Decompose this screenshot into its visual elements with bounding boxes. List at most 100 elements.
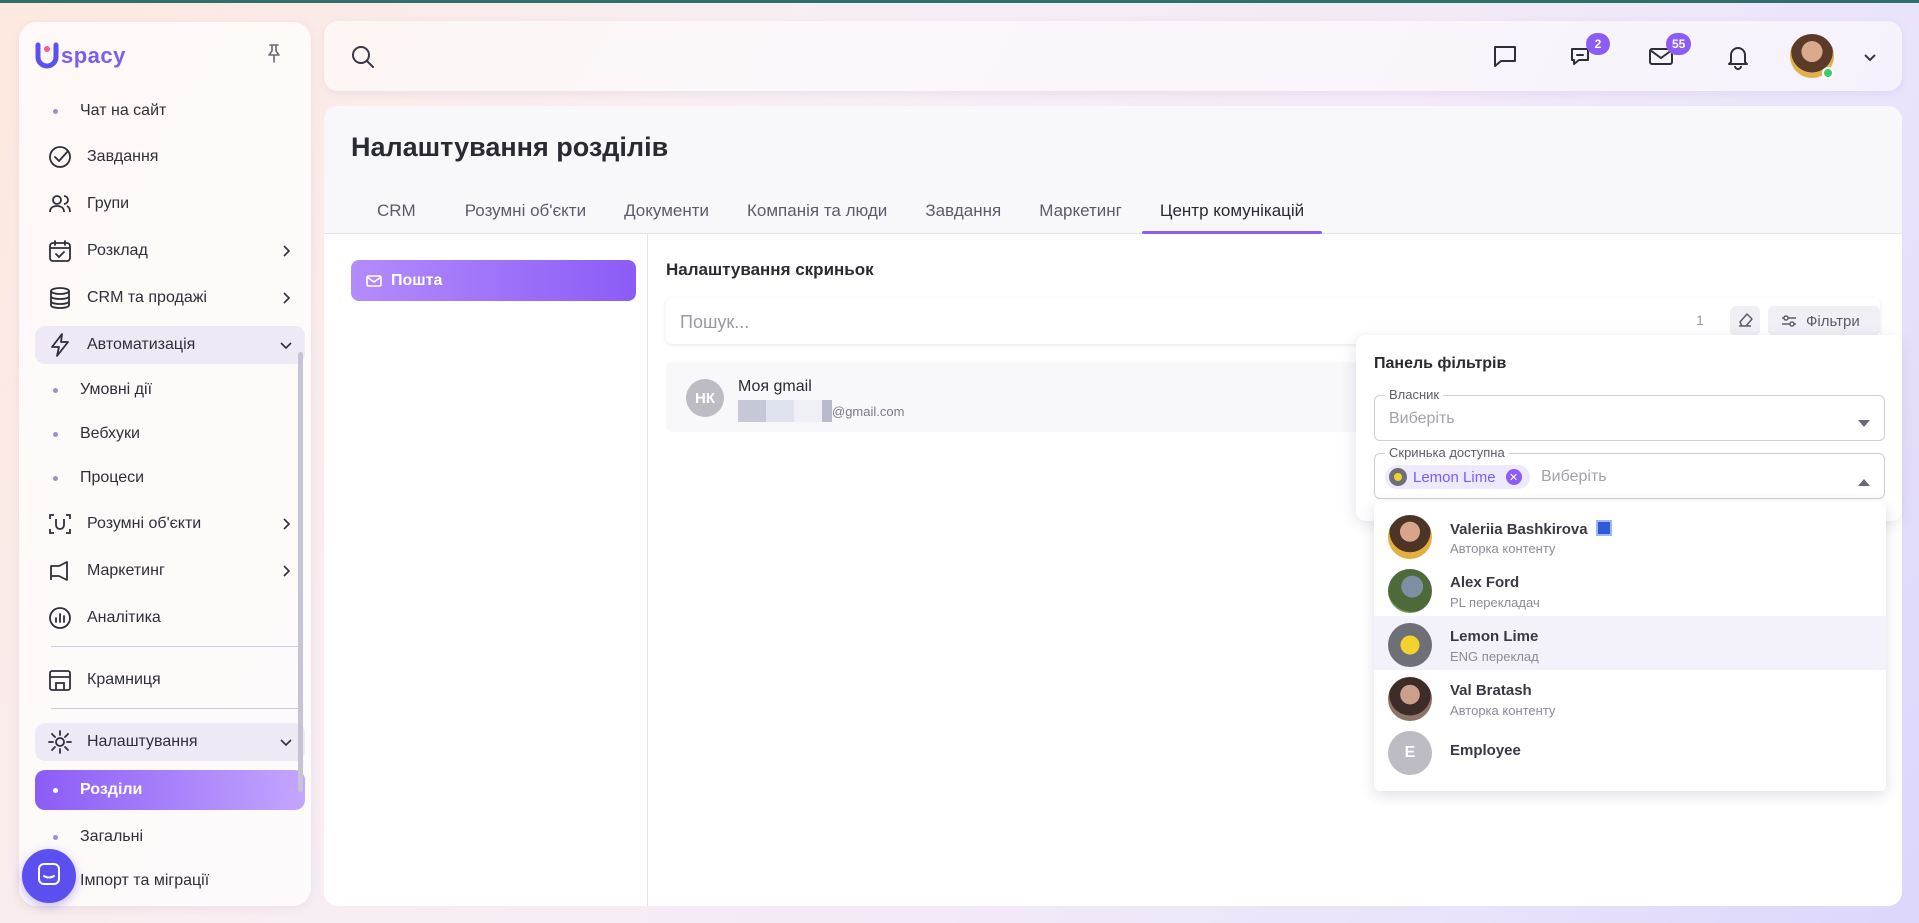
- sidebar-item-label: Крамниця: [87, 671, 161, 688]
- tab-crm[interactable]: CRM: [348, 194, 445, 234]
- owner-select[interactable]: Власник Виберіть: [1374, 387, 1885, 441]
- dropdown-option[interactable]: Val Bratash Авторка контенту: [1374, 670, 1886, 724]
- sidebar-item-label: Вебхуки: [80, 425, 140, 442]
- filter-panel-title: Панель фільтрів: [1374, 355, 1507, 372]
- logo-text: spacy: [61, 43, 126, 68]
- tab-smart-objects[interactable]: Розумні об'єкти: [447, 194, 604, 234]
- sidebar-item-conditional-actions[interactable]: Умовні дії: [35, 373, 305, 407]
- avatar: E: [1388, 731, 1432, 775]
- sidebar-item-label: Автоматизація: [87, 336, 196, 353]
- sidebar-item-webhooks[interactable]: Вебхуки: [35, 417, 305, 451]
- tab-documents[interactable]: Документи: [606, 194, 727, 234]
- section-title: Налаштування скриньок: [666, 260, 874, 279]
- bell-icon[interactable]: [1723, 41, 1753, 71]
- menu-item-mail[interactable]: Пошта: [351, 260, 636, 301]
- dropdown-option[interactable]: Alex Ford PL перекладач: [1374, 562, 1886, 616]
- chevron-right-icon: [279, 517, 293, 531]
- chip-avatar: [1389, 468, 1407, 486]
- logo[interactable]: spacy: [35, 42, 126, 70]
- redacted-block: [822, 400, 832, 422]
- sidebar-item-label: Процеси: [80, 469, 145, 486]
- dropdown-option[interactable]: Lemon Lime ENG переклад: [1374, 616, 1886, 670]
- bullet-icon: [53, 475, 58, 481]
- sidebar-item-settings[interactable]: Налаштування: [35, 723, 305, 761]
- tab-company-people[interactable]: Компанія та люди: [729, 194, 905, 234]
- sidebar-item-schedule[interactable]: Розклад: [35, 232, 305, 270]
- window-top-line: [0, 0, 1919, 3]
- chats-icon: [1568, 48, 1598, 75]
- sidebar-item-automation[interactable]: Автоматизація: [35, 326, 305, 364]
- sidebar-item-label: Умовні дії: [80, 381, 153, 398]
- chip-label: Lemon Lime: [1413, 468, 1496, 486]
- option-name: Employee: [1450, 742, 1521, 759]
- redacted-block: [794, 400, 822, 422]
- pin-icon[interactable]: [263, 42, 285, 64]
- envelope-icon: [365, 272, 383, 290]
- user-dropdown: Valeriia Bashkirova Авторка контенту Ale…: [1374, 501, 1886, 791]
- chat-bubble-icon: [36, 861, 62, 892]
- bullet-icon: [53, 387, 58, 393]
- option-role: ENG переклад: [1450, 649, 1539, 664]
- sidebar-scrollbar[interactable]: [298, 352, 303, 792]
- topbar: 2 55: [324, 21, 1902, 91]
- page-title: Налаштування розділів: [351, 132, 669, 162]
- dropdown-option[interactable]: Valeriia Bashkirova Авторка контенту: [1374, 508, 1886, 562]
- sidebar-item-processes[interactable]: Процеси: [35, 461, 305, 495]
- sidebar-item-analytics[interactable]: Аналітика: [35, 599, 305, 637]
- mail-badge: 55: [1666, 33, 1692, 55]
- search-input[interactable]: Пошук...: [680, 312, 749, 333]
- page-header: Налаштування розділів CRM Розумні об'єкт…: [324, 106, 1902, 234]
- filters-button[interactable]: Фільтри: [1768, 306, 1880, 336]
- sidebar-item-groups[interactable]: Групи: [35, 185, 305, 223]
- bullet-icon: [53, 108, 58, 114]
- sidebar-item-smart-objects[interactable]: Розумні об'єкти: [35, 505, 305, 543]
- option-role: Авторка контенту: [1450, 541, 1556, 556]
- message-icon[interactable]: [1490, 41, 1520, 71]
- access-select[interactable]: Скринька доступна Lemon Lime ✕ Виберіть: [1374, 445, 1885, 499]
- dropdown-option[interactable]: E Employee: [1374, 724, 1886, 778]
- sidebar: spacy Чат на сайт Завдання Групи Розклад: [19, 22, 311, 906]
- sidebar-item-marketing[interactable]: Маркетинг: [35, 552, 305, 590]
- tab-marketing[interactable]: Маркетинг: [1021, 194, 1140, 234]
- users-icon: [47, 191, 73, 217]
- sidebar-item-label: Групи: [87, 195, 130, 212]
- sidebar-item-label: Маркетинг: [87, 562, 165, 579]
- sidebar-nav: Чат на сайт Завдання Групи Розклад CRM т…: [35, 102, 305, 906]
- section-menu: Пошта: [324, 234, 648, 906]
- tab-tasks[interactable]: Завдання: [907, 194, 1019, 234]
- bullet-icon: [53, 834, 58, 840]
- filters-label: Фільтри: [1806, 312, 1860, 330]
- flag-icon: [1595, 520, 1612, 536]
- mailbox-row[interactable]: НК Моя gmail @gmail.com: [666, 362, 1386, 432]
- sidebar-item-crm[interactable]: CRM та продажі: [35, 279, 305, 317]
- chats-button[interactable]: 2: [1568, 33, 1610, 71]
- sidebar-item-label: Розумні об'єкти: [87, 515, 202, 532]
- sidebar-item-store[interactable]: Крамниця: [35, 661, 305, 699]
- avatar: [1388, 515, 1432, 559]
- tab-communication-center[interactable]: Центр комунікацій: [1141, 194, 1323, 234]
- remove-chip-icon[interactable]: ✕: [1505, 469, 1522, 485]
- chevron-right-icon: [279, 244, 293, 258]
- sidebar-item-site-chat[interactable]: Чат на сайт: [35, 94, 305, 128]
- chevron-down-icon: [279, 338, 293, 352]
- search-icon[interactable]: [350, 44, 376, 70]
- sidebar-item-tasks[interactable]: Завдання: [35, 138, 305, 176]
- support-chat-button[interactable]: [22, 849, 76, 903]
- selected-chip: Lemon Lime ✕: [1385, 465, 1530, 489]
- avatar: [1388, 677, 1432, 721]
- sidebar-divider: [51, 708, 299, 709]
- mailbox-name: Моя gmail: [738, 378, 812, 395]
- caret-down-icon: [1858, 415, 1870, 427]
- option-name: Valeriia Bashkirova: [1450, 520, 1612, 538]
- chevron-down-icon: [279, 735, 293, 749]
- chevron-down-icon[interactable]: [1862, 49, 1878, 65]
- sidebar-item-label: CRM та продажі: [87, 289, 207, 306]
- sidebar-item-general[interactable]: Загальні: [35, 820, 305, 854]
- clear-filters-button[interactable]: [1730, 306, 1760, 336]
- avatar: [1388, 623, 1432, 667]
- analytics-icon: [47, 605, 73, 631]
- sidebar-item-sections[interactable]: Розділи: [35, 770, 305, 810]
- mail-button[interactable]: 55: [1646, 33, 1692, 71]
- sidebar-item-label: Налаштування: [87, 733, 198, 750]
- caret-up-icon: [1858, 473, 1870, 486]
